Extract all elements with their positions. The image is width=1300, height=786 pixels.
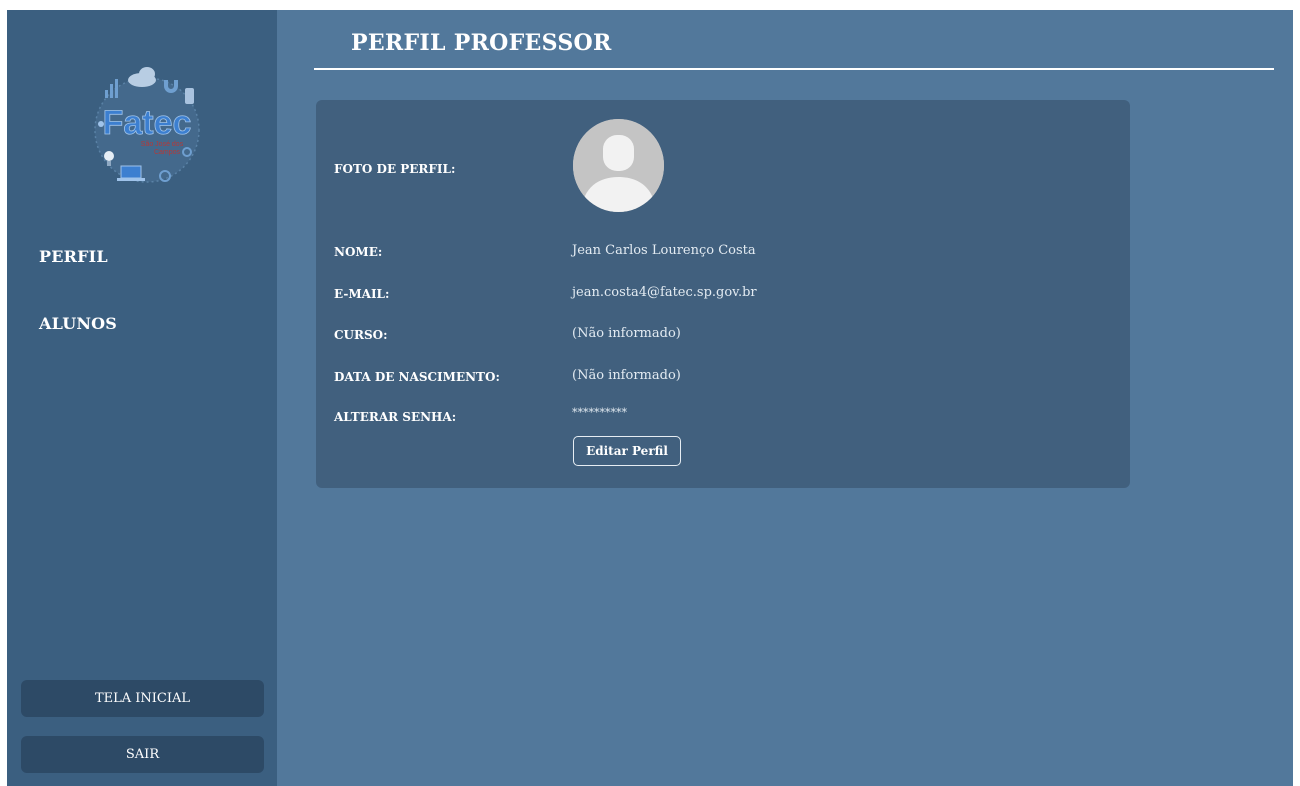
email-label: E-MAIL: xyxy=(334,287,390,301)
photo-label: FOTO DE PERFIL: xyxy=(334,162,456,176)
svg-text:Campos: Campos xyxy=(154,149,181,156)
edit-profile-button[interactable]: Editar Perfil xyxy=(573,436,681,466)
fatec-logo-icon: Fatec São José dos Campos xyxy=(94,67,200,183)
svg-text:São José dos: São José dos xyxy=(141,141,184,148)
email-value: jean.costa4@fatec.sp.gov.br xyxy=(572,285,757,300)
sidebar-item-alunos[interactable]: ALUNOS xyxy=(39,314,117,333)
name-label: NOME: xyxy=(334,245,383,259)
sidebar-item-perfil[interactable]: PERFIL xyxy=(39,247,108,266)
svg-text:Fatec: Fatec xyxy=(103,104,192,142)
profile-avatar[interactable] xyxy=(573,119,664,212)
fatec-logo: Fatec São José dos Campos xyxy=(87,62,207,192)
home-button[interactable]: TELA INICIAL xyxy=(21,680,264,717)
password-value[interactable]: ********** xyxy=(572,406,627,419)
sidebar: Fatec São José dos Campos PERFIL ALUNOS … xyxy=(7,10,277,786)
name-value: Jean Carlos Lourenço Costa xyxy=(572,243,756,258)
title-divider xyxy=(314,68,1274,70)
page-title: PERFIL PROFESSOR xyxy=(351,30,612,56)
app-frame: Fatec São José dos Campos PERFIL ALUNOS … xyxy=(7,10,1293,786)
course-value: (Não informado) xyxy=(572,326,681,341)
birth-date-value: (Não informado) xyxy=(572,368,681,383)
profile-card: FOTO DE PERFIL: NOME: Jean Carlos Louren… xyxy=(316,100,1130,488)
user-avatar-icon xyxy=(573,119,664,212)
course-label: CURSO: xyxy=(334,328,388,342)
birth-date-label: DATA DE NASCIMENTO: xyxy=(334,370,500,384)
change-password-label: ALTERAR SENHA: xyxy=(334,410,457,424)
logout-button[interactable]: SAIR xyxy=(21,736,264,773)
